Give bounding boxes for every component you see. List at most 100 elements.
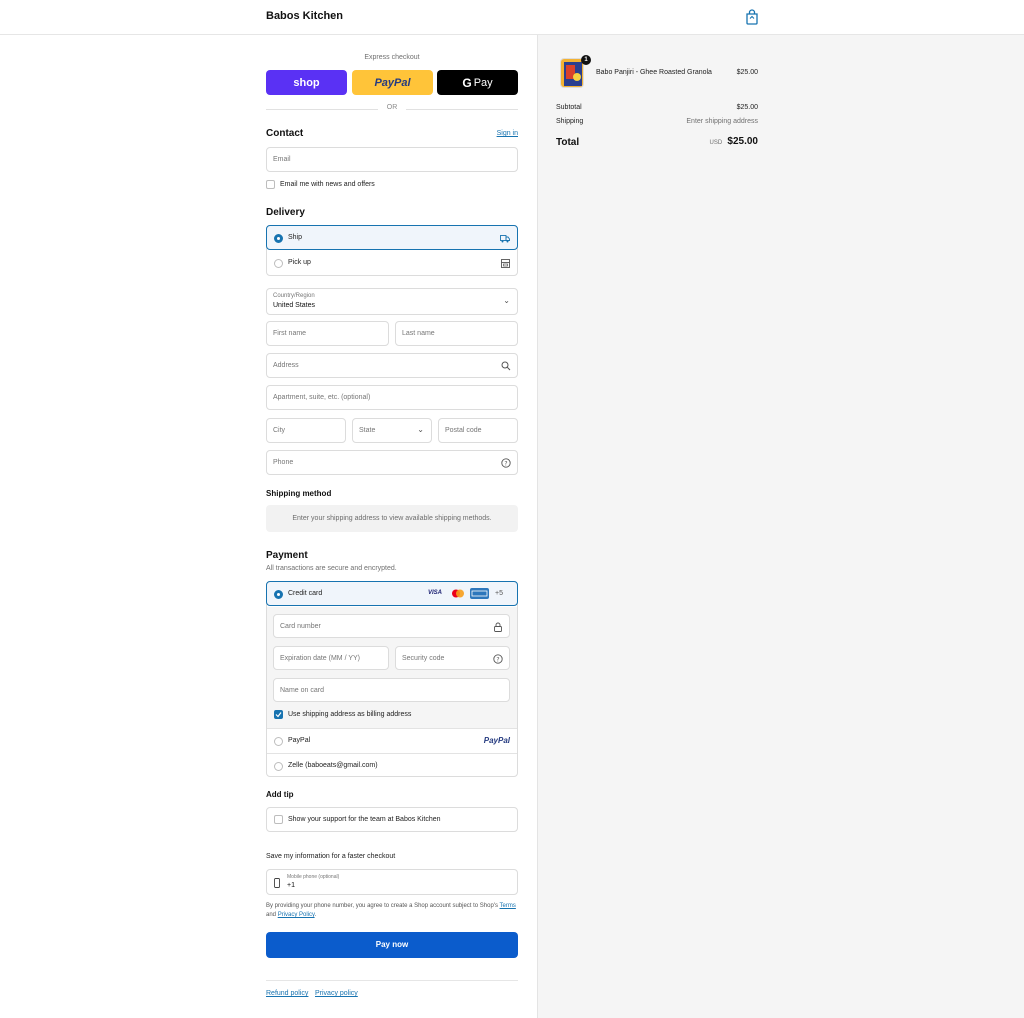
save-info-title: Save my information for a faster checkou… [266, 853, 396, 860]
svg-text:?: ? [496, 656, 499, 663]
zelle-radio[interactable] [274, 762, 283, 771]
address-field[interactable]: Address [266, 353, 518, 378]
country-select[interactable]: Country/Region United States ⌄ [266, 288, 518, 315]
amex-icon [470, 588, 489, 599]
sign-in-link[interactable]: Sign in [480, 130, 518, 137]
or-divider: OR [266, 104, 518, 114]
zelle-option[interactable]: Zelle (baboeats@gmail.com) [267, 753, 517, 778]
city-field[interactable]: City [266, 418, 346, 443]
delivery-method-group: Ship Pick up [266, 225, 518, 276]
shipping-method-title: Shipping method [266, 489, 332, 498]
paypal-label: PayPal [288, 737, 311, 744]
express-checkout-label: Express checkout [364, 54, 420, 61]
quantity-value: 1 [584, 57, 588, 63]
header: Babos Kitchen [0, 0, 1024, 35]
total-value: $25.00 [727, 136, 758, 147]
product-name: Babo Panjiri - Ghee Roasted Granola [596, 69, 712, 76]
help-circle-icon[interactable]: ? [493, 654, 503, 664]
mobile-phone-field[interactable]: Mobile phone (optional) +1 [266, 869, 518, 895]
postal-code-placeholder: Postal code [445, 427, 482, 434]
phone-field[interactable]: Phone ? [266, 450, 518, 475]
paypal-express-label: PayPal [374, 76, 411, 89]
payment-subtitle: All transactions are secure and encrypte… [266, 565, 397, 572]
privacy-policy-link[interactable]: Privacy Policy [278, 912, 315, 918]
product-thumbnail [560, 58, 584, 88]
store-name[interactable]: Babos Kitchen [266, 10, 343, 22]
shop-pay-label: shop [293, 76, 320, 89]
first-name-field[interactable]: First name [266, 321, 389, 346]
zelle-label: Zelle (baboeats@gmail.com) [288, 762, 378, 769]
card-number-field[interactable]: Card number [273, 614, 510, 638]
pickup-radio[interactable] [274, 259, 283, 268]
ship-label: Ship [288, 234, 303, 241]
name-on-card-placeholder: Name on card [280, 687, 324, 694]
product-price: $25.00 [736, 69, 758, 76]
expiration-date-field[interactable]: Expiration date (MM / YY) [273, 646, 389, 670]
disclaimer-text: By providing your phone number, you agre… [266, 903, 498, 909]
apartment-field[interactable]: Apartment, suite, etc. (optional) [266, 385, 518, 410]
order-summary-panel [537, 35, 1024, 1018]
subtotal-value: $25.00 [736, 104, 758, 111]
paypal-option[interactable]: PayPal PayPal [267, 728, 517, 753]
terms-link[interactable]: Terms [500, 903, 516, 909]
country-value: United States [273, 302, 316, 309]
state-select[interactable]: State ⌄ [352, 418, 432, 443]
security-code-field[interactable]: Security code ? [395, 646, 510, 670]
chevron-down-icon: ⌄ [503, 296, 510, 305]
billing-same-checkbox[interactable] [274, 710, 283, 719]
paypal-logo: PayPal [483, 736, 510, 745]
currency-code: USD [709, 140, 723, 146]
first-name-placeholder: First name [273, 330, 307, 337]
credit-card-radio[interactable] [274, 590, 283, 599]
name-on-card-field[interactable]: Name on card [273, 678, 510, 702]
google-g-icon: G [462, 75, 472, 90]
mastercard-icon [451, 588, 465, 599]
mobile-phone-label: Mobile phone (optional) [287, 874, 340, 880]
delivery-title: Delivery [266, 207, 305, 218]
subtotal-label: Subtotal [556, 104, 582, 111]
billing-same-label: Use shipping address as billing address [288, 711, 412, 718]
quantity-badge: 1 [581, 55, 591, 65]
email-field[interactable]: Email [266, 147, 518, 172]
pickup-option[interactable]: Pick up [267, 251, 517, 276]
tip-checkbox[interactable] [274, 815, 283, 824]
phone-placeholder: Phone [273, 459, 294, 466]
postal-code-field[interactable]: Postal code [438, 418, 518, 443]
news-checkbox[interactable] [266, 180, 275, 189]
total-label: Total [556, 137, 580, 148]
visa-icon: VISA [428, 590, 443, 596]
apartment-placeholder: Apartment, suite, etc. (optional) [273, 394, 371, 401]
contact-title: Contact [266, 128, 304, 139]
cart-bag-icon[interactable] [745, 9, 759, 25]
total-row-right: USD $25.00 [640, 136, 759, 147]
security-code-placeholder: Security code [402, 655, 445, 662]
mobile-phone-icon [274, 878, 280, 888]
tip-option[interactable]: Show your support for the team at Babos … [266, 807, 518, 832]
address-placeholder: Address [273, 362, 299, 369]
city-placeholder: City [273, 427, 286, 434]
credit-card-label: Credit card [288, 590, 323, 597]
shipping-label: Shipping [556, 118, 584, 125]
ship-option[interactable]: Ship [266, 225, 518, 250]
checkmark-icon [275, 712, 282, 718]
email-placeholder: Email [273, 156, 291, 163]
payment-title: Payment [266, 550, 308, 561]
paypal-express-button[interactable]: PayPal [352, 70, 433, 95]
google-pay-button[interactable]: G Pay [437, 70, 518, 95]
refund-policy-link[interactable]: Refund policy [266, 990, 308, 997]
help-circle-icon[interactable]: ? [501, 458, 511, 468]
privacy-policy-footer-link[interactable]: Privacy policy [315, 990, 358, 997]
shop-pay-button[interactable]: shop [266, 70, 347, 95]
last-name-field[interactable]: Last name [395, 321, 518, 346]
expiration-placeholder: Expiration date (MM / YY) [280, 655, 361, 662]
disclaimer-end: . [314, 912, 317, 918]
paypal-radio[interactable] [274, 737, 283, 746]
card-number-placeholder: Card number [280, 623, 321, 630]
more-cards-count: +5 [495, 590, 503, 597]
ship-radio[interactable] [274, 234, 283, 243]
tip-title: Add tip [266, 790, 294, 799]
pay-now-button[interactable]: Pay now [266, 932, 518, 958]
divider-line-right [406, 109, 518, 110]
search-icon [501, 361, 511, 371]
chevron-down-icon: ⌄ [417, 425, 424, 434]
